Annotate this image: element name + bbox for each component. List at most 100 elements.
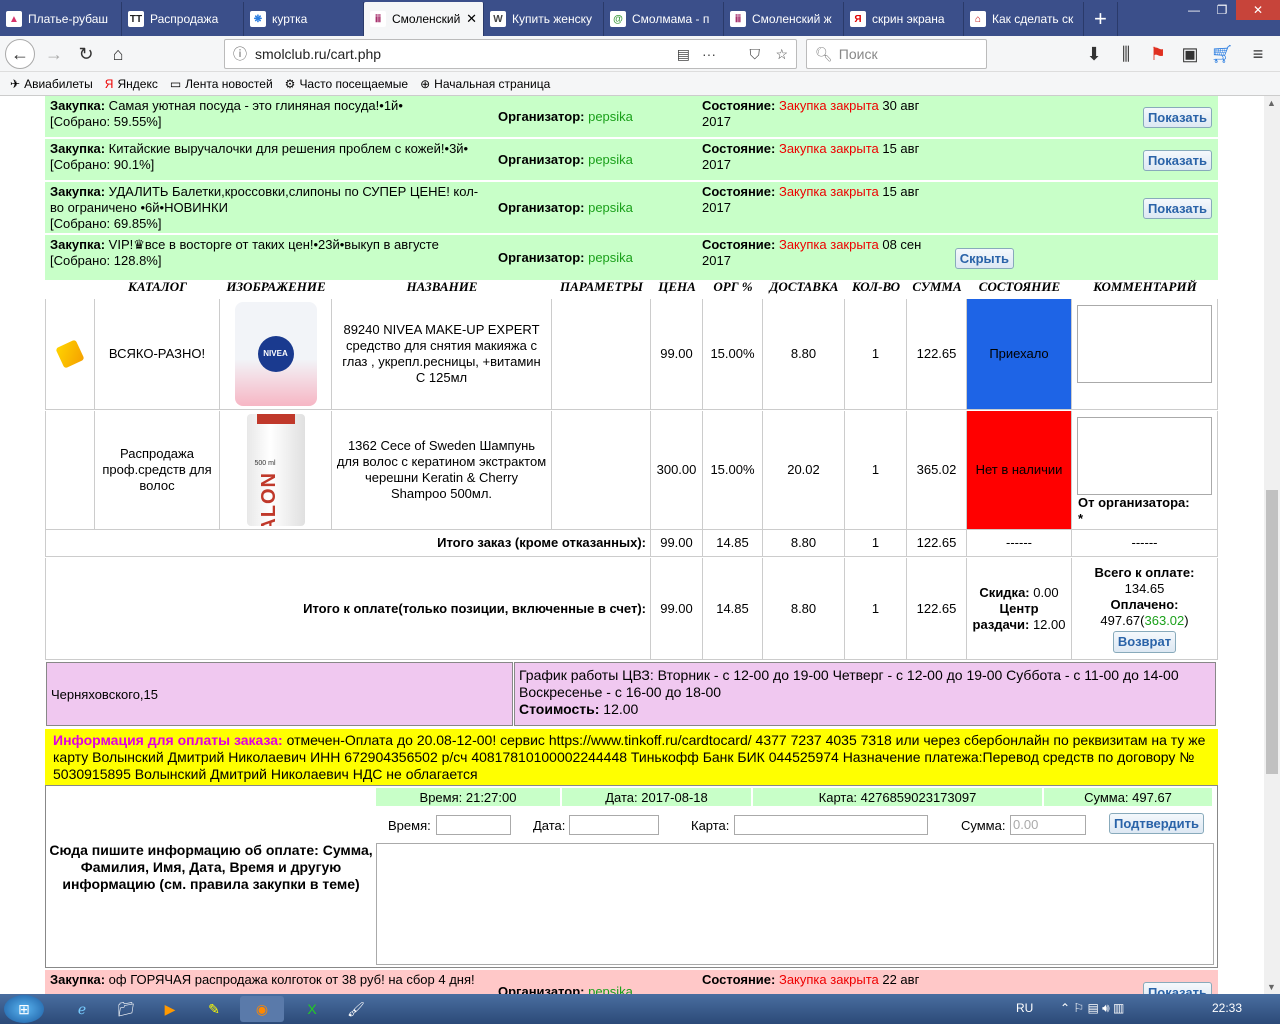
sum-input[interactable]: 0.00 — [1010, 815, 1086, 835]
tab-label: куртка — [272, 12, 308, 26]
minimize-icon[interactable]: — — [1180, 0, 1208, 20]
comment-cell — [1072, 299, 1218, 410]
url-bar[interactable]: ⓘ smolclub.ru/cart.php ▤ ··· ⛉ ☆ — [224, 39, 797, 69]
info-icon[interactable]: ⓘ — [233, 44, 247, 64]
folder-icon[interactable] — [55, 339, 85, 369]
purchase-label: Закупка: — [50, 184, 106, 199]
reader-view-icon[interactable]: ▤ — [677, 46, 690, 63]
back-arrow-icon[interactable]: ← — [5, 39, 35, 69]
tab-1[interactable]: ▲ Платье-рубаш — [0, 2, 122, 36]
bookmark-icon: ▭ — [169, 76, 182, 91]
refund-button[interactable]: Возврат — [1112, 630, 1177, 653]
bookmark-item[interactable]: ▭ Лента новостей — [170, 77, 273, 91]
pocket-icon[interactable]: ⛉ — [750, 46, 761, 63]
bookmark-icon: ⚙ — [284, 76, 296, 91]
restore-icon[interactable]: ❐ — [1208, 0, 1236, 20]
language-indicator[interactable]: RU — [1016, 1001, 1033, 1015]
purchase-row: Закупка: Самая уютная посуда - это глиня… — [45, 96, 1218, 138]
tab-label: Смолмама - п — [632, 12, 710, 26]
payment-textarea[interactable] — [376, 843, 1214, 965]
total-order-delivery: 8.80 — [763, 530, 845, 557]
paid-extra: 363.02 — [1144, 612, 1185, 628]
download-icon[interactable]: ⬇ — [1080, 40, 1108, 68]
explorer-icon[interactable]: 📁︎ — [104, 996, 148, 1022]
scrollbar-thumb[interactable] — [1266, 490, 1278, 774]
bookmark-item[interactable]: ⚙ Часто посещаемые — [285, 77, 408, 91]
show-button[interactable]: Показать — [1142, 982, 1212, 994]
organizer-name[interactable]: pepsika — [588, 152, 633, 167]
menu-icon[interactable]: ≡ — [1244, 40, 1272, 68]
organizer-name[interactable]: pepsika — [588, 250, 633, 265]
forward-arrow-icon[interactable]: → — [40, 40, 68, 68]
tab-2[interactable]: TT Распродажа — [122, 2, 244, 36]
tab-4[interactable]: ⅲ Смоленский ✕ — [364, 2, 484, 36]
state-value: Закупка закрыта — [778, 184, 879, 199]
next-state-label: Состояние: — [702, 972, 776, 987]
time-input[interactable] — [436, 815, 511, 835]
cart-icon[interactable]: 🛒︎ — [1208, 40, 1236, 68]
show-button[interactable]: Показать — [1142, 107, 1212, 128]
scrollbar[interactable]: ▲ ▼ — [1264, 96, 1280, 994]
tab-9[interactable]: ⌂ Как сделать ск — [964, 2, 1084, 36]
organizer-name[interactable]: pepsika — [588, 200, 633, 215]
bookmark-item[interactable]: ✈ Авиабилеты — [10, 77, 93, 91]
page-icon: ⌂ — [970, 11, 986, 27]
firefox-icon[interactable]: ◉ — [240, 996, 284, 1022]
library-icon[interactable]: ⫼ — [1112, 40, 1140, 68]
product-image[interactable]: NIVEA — [234, 302, 317, 406]
bookmark-flag-icon[interactable]: ⚑ — [1144, 40, 1172, 68]
paint-icon[interactable]: 🖌︎ — [334, 996, 378, 1022]
tab-5[interactable]: W Купить женску — [484, 2, 604, 36]
purchase-title[interactable]: Самая уютная посуда - это глиняная посуд… — [109, 98, 403, 113]
state-label: Состояние: — [702, 184, 776, 199]
show-button[interactable]: Показать — [1142, 150, 1212, 171]
more-actions-icon[interactable]: ··· — [702, 46, 716, 62]
tray-icons[interactable]: ⌃ ⚐ ▤ 🔊︎ ▥ — [1060, 1001, 1124, 1016]
bookmark-star-icon[interactable]: ☆ — [775, 46, 788, 63]
home-icon[interactable]: ⌂ — [104, 40, 132, 68]
scroll-down-icon[interactable]: ▼ — [1267, 982, 1276, 992]
bookmark-icon: ✈ — [10, 76, 21, 91]
organizer-label: Организатор: — [498, 250, 585, 265]
close-tab-icon[interactable]: ✕ — [466, 11, 477, 27]
close-window-icon[interactable]: ✕ — [1236, 0, 1280, 20]
hide-button[interactable]: Скрыть — [954, 248, 1014, 269]
state-value: Закупка закрыта — [778, 237, 879, 252]
show-button[interactable]: Показать — [1142, 198, 1212, 219]
tab-7[interactable]: ⅲ Смоленский ж — [724, 2, 844, 36]
bookmark-item[interactable]: ⊕ Начальная страница — [420, 77, 550, 91]
excel-icon[interactable]: X — [290, 996, 334, 1022]
product-image[interactable]: 500 ml SALON — [246, 414, 305, 526]
new-tab-button[interactable]: + — [1088, 2, 1118, 36]
purchase-title[interactable]: Китайские выручалочки для решения пробле… — [109, 141, 468, 156]
time-label: Время: — [388, 818, 431, 833]
media-player-icon[interactable]: ▶ — [148, 996, 192, 1022]
next-org-name[interactable]: pepsika — [588, 984, 633, 994]
tab-3[interactable]: ❋ куртка — [244, 2, 364, 36]
purchase-title[interactable]: УДАЛИТЬ Балетки,кроссовки,слипоны по СУП… — [50, 184, 478, 215]
purchase-label: Закупка: — [50, 141, 106, 156]
app-icon[interactable]: ✎ — [192, 996, 236, 1022]
total-order-qty: 1 — [845, 530, 907, 557]
organizer-name[interactable]: pepsika — [588, 109, 633, 124]
comment-textarea[interactable] — [1077, 305, 1212, 383]
scroll-up-icon[interactable]: ▲ — [1267, 98, 1276, 108]
purchase-row: Закупка: УДАЛИТЬ Балетки,кроссовки,слипо… — [45, 182, 1218, 234]
clock[interactable]: 22:33 — [1212, 1001, 1242, 1015]
search-input[interactable]: 🔍︎ Поиск — [806, 39, 987, 69]
start-icon[interactable]: ⊞ — [4, 995, 44, 1023]
sidebar-icon[interactable]: ▣ — [1176, 40, 1204, 68]
tab-6[interactable]: @ Смолмама - п — [604, 2, 724, 36]
tab-8[interactable]: Яскрин экрана — [844, 2, 964, 36]
pickup-schedule: График работы ЦВЗ: Вторник - с 12-00 до … — [514, 662, 1216, 726]
ie-icon[interactable]: ℯ — [60, 996, 104, 1022]
card-input[interactable] — [734, 815, 928, 835]
reload-icon[interactable]: ↻ — [72, 40, 100, 68]
bookmark-item[interactable]: Я Яндекс — [105, 77, 158, 91]
window-controls: — ❐ ✕ — [1180, 0, 1280, 20]
comment-textarea[interactable] — [1077, 417, 1212, 495]
purchase-title[interactable]: VIP!♛все в восторге от таких цен!•23й•вы… — [109, 237, 439, 252]
date-input[interactable] — [569, 815, 659, 835]
confirm-button[interactable]: Подтвердить — [1109, 813, 1205, 834]
payment-info: Информация для оплаты заказа: отмечен-Оп… — [45, 729, 1218, 785]
